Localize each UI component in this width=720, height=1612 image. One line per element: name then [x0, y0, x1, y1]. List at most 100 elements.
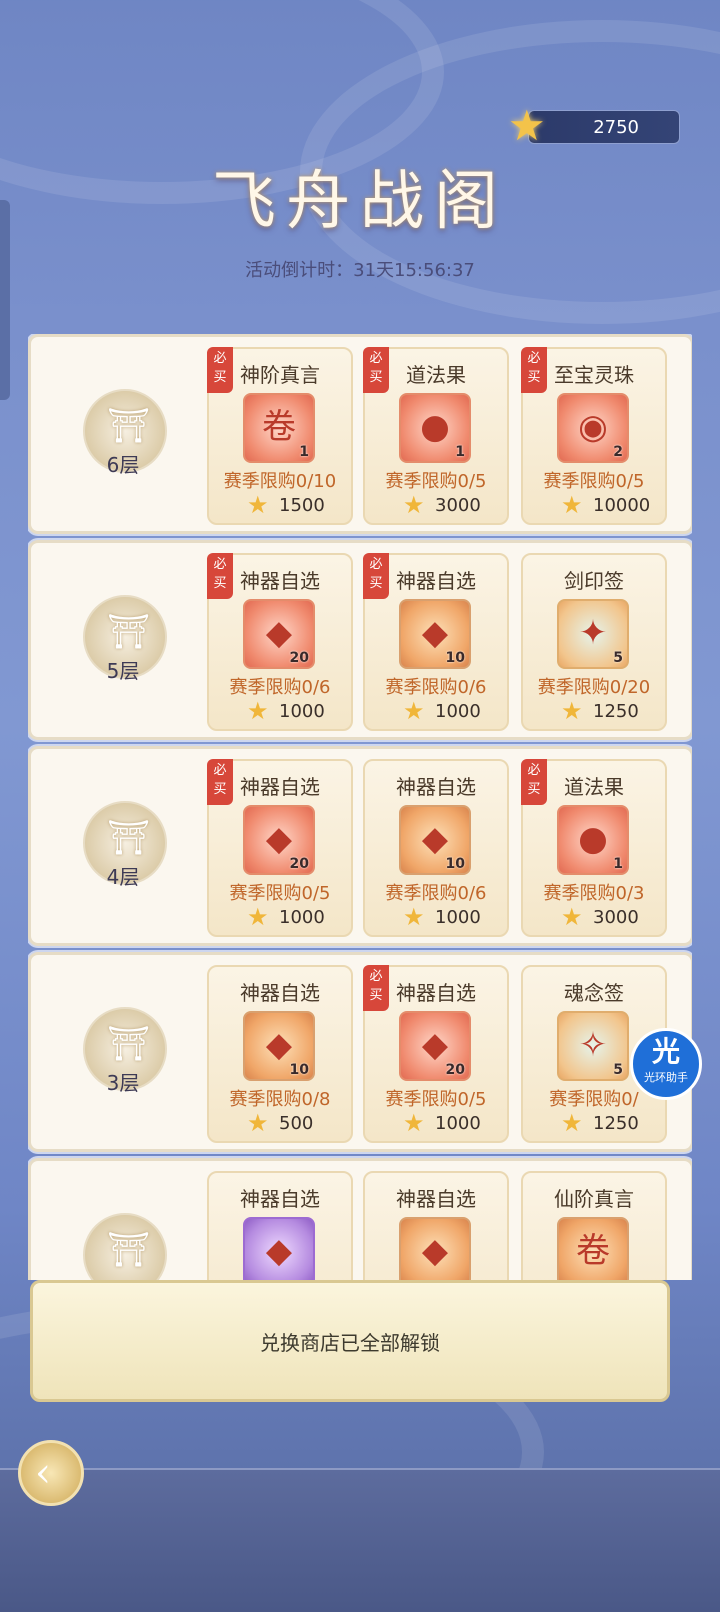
gate-icon: ⛩ — [107, 818, 151, 858]
item-price: 1250 — [593, 1113, 639, 1134]
star-currency-icon: ★ — [247, 903, 269, 931]
tier-row: ⛩ 5层 神器自选必买 ◆ 20 赛季限购0/6 ★ 1000 神器自选必买 ◆ 10 赛季限购0/6… — [28, 540, 692, 740]
sword-seal-icon: ✦ — [578, 613, 608, 653]
tier-label: 6层 — [106, 453, 140, 477]
peach-fruit-icon: ● — [420, 407, 450, 447]
shop-item-card[interactable]: 神器自选 ◆ — [363, 1171, 509, 1280]
star-currency-icon: ★ — [561, 1109, 583, 1137]
item-price: 1000 — [435, 907, 481, 928]
star-currency-icon: ★ — [247, 1109, 269, 1137]
helper-float-button[interactable]: 光 光环助手 — [630, 1028, 702, 1100]
star-currency-icon: ★ — [403, 697, 425, 725]
item-price: 1500 — [279, 495, 325, 516]
item-image: ◆ 10 — [243, 1011, 315, 1081]
item-count: 10 — [445, 650, 465, 666]
must-buy-tag: 必买 — [363, 347, 389, 393]
back-button[interactable]: ‹ — [18, 1440, 84, 1506]
item-count: 1 — [455, 444, 465, 460]
bottom-bar — [0, 1468, 720, 1612]
must-buy-tag: 必买 — [521, 759, 547, 805]
item-count: 10 — [289, 1062, 309, 1078]
shop-item-card[interactable]: 神器自选必买 ◆ 20 赛季限购0/5 ★ 1000 — [207, 759, 353, 937]
page-title: 飞舟战阁 — [212, 165, 508, 239]
must-buy-tag: 必买 — [363, 965, 389, 1011]
item-image: ◆ 10 — [399, 599, 471, 669]
item-image: ● 1 — [399, 393, 471, 463]
item-image: ◆ — [243, 1217, 315, 1280]
star-currency-icon: ★ — [247, 491, 269, 519]
item-image: ◆ 20 — [243, 599, 315, 669]
shop-item-card[interactable]: 道法果必买 ● 1 赛季限购0/3 ★ 3000 — [521, 759, 667, 937]
item-image: ◆ 20 — [243, 805, 315, 875]
shop-item-card[interactable]: 道法果必买 ● 1 赛季限购0/5 ★ 3000 — [363, 347, 509, 525]
item-name: 仙阶真言 — [554, 1187, 634, 1211]
shop-item-card[interactable]: 神器自选必买 ◆ 20 赛季限购0/5 ★ 1000 — [363, 965, 509, 1143]
item-name: 神器自选 — [396, 1187, 476, 1211]
event-countdown: 活动倒计时：31天15:56:37 — [245, 260, 475, 281]
tier-badge: ⛩ — [83, 1213, 167, 1280]
tier-list[interactable]: ⛩ 6层 神阶真言必买卷 1 赛季限购0/10 ★ 1500 道法果必买 ● 1 赛季限购0/5 ★ 3… — [28, 334, 692, 1280]
item-count: 20 — [289, 650, 309, 666]
scroll-bundle-icon: 卷 — [576, 1231, 610, 1271]
purchase-limit: 赛季限购0/20 — [537, 677, 651, 698]
tier-row: ⛩ 3层 神器自选 ◆ 10 赛季限购0/8 ★ 500 神器自选必买 ◆ 20 赛季限购0/5 ★ 10… — [28, 952, 692, 1152]
item-name: 魂念签 — [564, 981, 624, 1005]
artifact-chest-icon: ◆ — [421, 1025, 449, 1065]
star-currency-icon: ★ — [508, 101, 546, 150]
tier-label: 3层 — [106, 1071, 140, 1095]
shop-item-card[interactable]: 神器自选必买 ◆ 10 赛季限购0/6 ★ 1000 — [363, 553, 509, 731]
shop-item-card[interactable]: 仙阶真言卷 — [521, 1171, 667, 1280]
star-currency-icon: ★ — [561, 903, 583, 931]
tier-row: ⛩ 4层 神器自选必买 ◆ 20 赛季限购0/5 ★ 1000 神器自选 ◆ 10 赛季限购0/6 ★ 1… — [28, 746, 692, 946]
artifact-chest-icon: ◆ — [421, 613, 449, 653]
shop-item-card[interactable]: 剑印签 ✦ 5 赛季限购0/20 ★ 1250 — [521, 553, 667, 731]
item-image: ◆ — [399, 1217, 471, 1280]
artifact-chest-icon: ◆ — [265, 819, 293, 859]
shop-item-card[interactable]: 神器自选 ◆ 10 赛季限购0/6 ★ 1000 — [363, 759, 509, 937]
item-price: 500 — [279, 1113, 314, 1134]
item-price: 1000 — [279, 701, 325, 722]
item-name: 神器自选 — [240, 1187, 320, 1211]
must-buy-tag: 必买 — [207, 759, 233, 805]
purchase-limit: 赛季限购0/5 — [543, 471, 645, 492]
item-count: 5 — [613, 1062, 623, 1078]
item-count: 1 — [299, 444, 309, 460]
star-currency-icon: ★ — [403, 1109, 425, 1137]
must-buy-tag: 必买 — [363, 553, 389, 599]
item-image: 卷1 — [243, 393, 315, 463]
item-price: 10000 — [593, 495, 651, 516]
item-image: ● 1 — [557, 805, 629, 875]
currency-value: 2750 — [593, 117, 639, 138]
item-image: ◆ 20 — [399, 1011, 471, 1081]
item-image: 卷 — [557, 1217, 629, 1280]
purchase-limit: 赛季限购0/6 — [229, 677, 331, 698]
artifact-chest-icon: ◆ — [421, 819, 449, 859]
banner-text: 兑换商店已全部解锁 — [260, 1331, 440, 1355]
artifact-chest-icon: ◆ — [265, 1025, 293, 1065]
item-name: 剑印签 — [564, 569, 624, 593]
scroll-bundle-icon: 卷 — [262, 407, 296, 447]
gate-icon: ⛩ — [107, 612, 151, 652]
item-image: ◆ 10 — [399, 805, 471, 875]
helper-label: 光环助手 — [644, 1071, 688, 1084]
purchase-limit: 赛季限购0/5 — [385, 471, 487, 492]
shop-item-card[interactable]: 神器自选 ◆ — [207, 1171, 353, 1280]
shop-item-card[interactable]: 神阶真言必买卷 1 赛季限购0/10 ★ 1500 — [207, 347, 353, 525]
item-count: 5 — [613, 650, 623, 666]
shop-item-card[interactable]: 神器自选必买 ◆ 20 赛季限购0/6 ★ 1000 — [207, 553, 353, 731]
purchase-limit: 赛季限购0/5 — [229, 883, 331, 904]
tier-row: ⛩ 神器自选 ◆ 神器自选 ◆ 仙阶真言卷 — [28, 1158, 692, 1280]
gate-icon: ⛩ — [107, 1024, 151, 1064]
item-price: 3000 — [435, 495, 481, 516]
purchase-limit: 赛季限购0/10 — [223, 471, 337, 492]
helper-icon: 光 — [651, 1035, 680, 1068]
tier-row: ⛩ 6层 神阶真言必买卷 1 赛季限购0/10 ★ 1500 道法果必买 ● 1 赛季限购0/5 ★ 3… — [28, 334, 692, 534]
currency-display: 2750 — [528, 110, 680, 144]
purchase-limit: 赛季限购0/3 — [543, 883, 645, 904]
shop-item-card[interactable]: 神器自选 ◆ 10 赛季限购0/8 ★ 500 — [207, 965, 353, 1143]
peach-fruit-icon: ● — [578, 819, 608, 859]
shop-item-card[interactable]: 至宝灵珠必买 ◉ 2 赛季限购0/5 ★ 10000 — [521, 347, 667, 525]
item-price: 1000 — [435, 701, 481, 722]
item-count: 20 — [445, 1062, 465, 1078]
star-currency-icon: ★ — [403, 903, 425, 931]
